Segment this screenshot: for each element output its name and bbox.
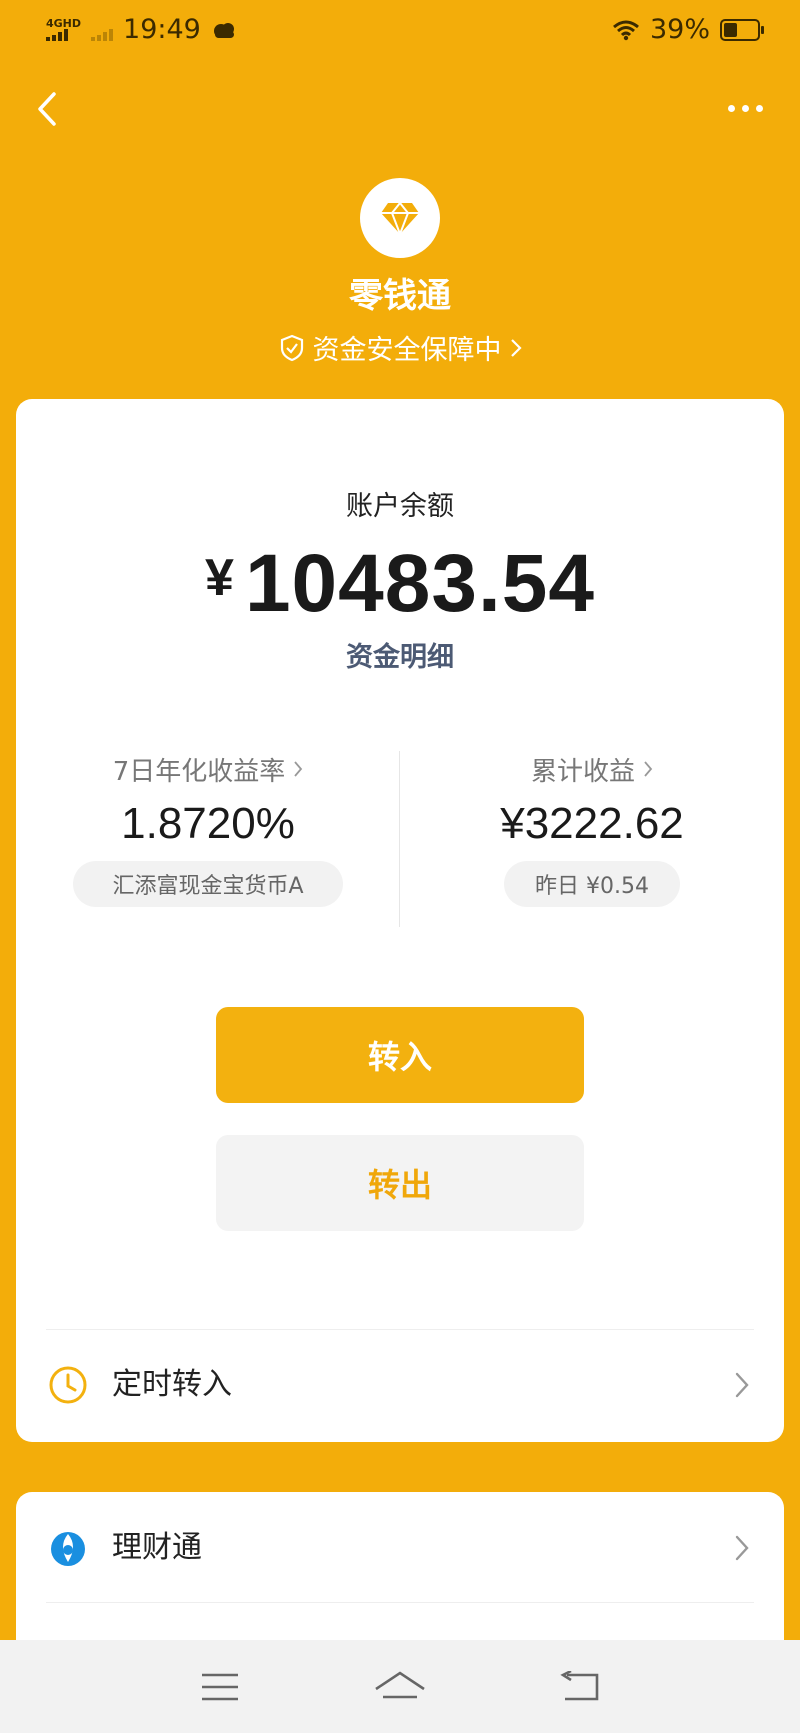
yield-value: 1.8720% bbox=[121, 799, 295, 848]
home-button[interactable] bbox=[370, 1662, 430, 1712]
scheduled-transfer-label: 定时转入 bbox=[112, 1367, 232, 1402]
chevron-right-icon bbox=[644, 761, 653, 777]
chevron-right-icon bbox=[735, 1372, 749, 1398]
diamond-icon bbox=[381, 201, 419, 235]
chevron-right-icon bbox=[294, 761, 303, 777]
chevron-right-icon bbox=[735, 1535, 749, 1561]
more-icon bbox=[727, 104, 735, 112]
menu-icon bbox=[202, 1673, 238, 1700]
status-bar: 4GHD 19:49 39% bbox=[0, 0, 800, 64]
balance-value: 10483.54 bbox=[244, 538, 595, 629]
battery-percent: 39% bbox=[649, 14, 710, 45]
total-earnings-value: ¥3222.62 bbox=[500, 799, 684, 848]
stats-section: 7日年化收益率 1.8720% 汇添富现金宝货币A 累计收益 ¥3222.62 … bbox=[16, 751, 784, 931]
yesterday-earnings-pill: 昨日 ¥0.54 bbox=[504, 861, 680, 907]
total-earnings-label: 累计收益 bbox=[530, 756, 635, 787]
signal-bars-icon bbox=[46, 29, 68, 41]
status-time: 19:49 bbox=[123, 14, 201, 45]
cloud-icon bbox=[213, 22, 234, 38]
system-nav-bar bbox=[0, 1640, 800, 1733]
home-icon bbox=[375, 1670, 425, 1698]
licaitong-icon bbox=[51, 1532, 85, 1566]
safety-text: 资金安全保障中 bbox=[312, 335, 502, 366]
more-button[interactable] bbox=[720, 88, 770, 128]
total-earnings-stat[interactable]: 累计收益 ¥3222.62 昨日 ¥0.54 bbox=[400, 751, 784, 907]
clock-icon bbox=[49, 1366, 87, 1404]
nav-bar bbox=[0, 76, 800, 146]
balance-card: 账户余额 ¥10483.54 资金明细 7日年化收益率 1.8720% 汇添富现… bbox=[16, 399, 784, 1442]
balance-label: 账户余额 bbox=[346, 491, 454, 522]
return-button[interactable] bbox=[550, 1662, 610, 1712]
licaitong-label: 理财通 bbox=[112, 1530, 202, 1565]
fund-safety-link[interactable]: 资金安全保障中 bbox=[0, 328, 800, 367]
yield-stat[interactable]: 7日年化收益率 1.8720% 汇添富现金宝货币A bbox=[16, 751, 400, 907]
page-title: 零钱通 bbox=[349, 276, 451, 316]
back-button[interactable] bbox=[24, 86, 70, 132]
wifi-icon bbox=[613, 20, 639, 40]
secondary-signal-icon bbox=[91, 28, 114, 41]
chevron-right-icon bbox=[510, 338, 522, 357]
scheduled-transfer-row[interactable]: 定时转入 bbox=[16, 1331, 784, 1442]
transfer-in-button[interactable]: 转入 bbox=[216, 1007, 584, 1103]
divider bbox=[46, 1329, 754, 1330]
network-label: 4GHD bbox=[46, 17, 82, 30]
lingqiantong-logo bbox=[360, 178, 440, 258]
battery-icon bbox=[720, 18, 764, 41]
transfer-out-button[interactable]: 转出 bbox=[216, 1135, 584, 1231]
yield-label: 7日年化收益率 bbox=[112, 756, 286, 787]
divider bbox=[46, 1602, 754, 1603]
fund-name-pill: 汇添富现金宝货币A bbox=[73, 861, 343, 907]
menu-button[interactable] bbox=[190, 1662, 250, 1712]
back-icon bbox=[38, 92, 56, 126]
fund-details-link[interactable]: 资金明细 bbox=[16, 635, 784, 674]
shield-icon bbox=[280, 334, 303, 361]
currency-symbol: ¥ bbox=[205, 549, 235, 607]
return-icon bbox=[560, 1670, 599, 1700]
licaitong-row[interactable]: 理财通 bbox=[16, 1492, 784, 1602]
balance-amount: ¥10483.54 bbox=[16, 537, 784, 631]
